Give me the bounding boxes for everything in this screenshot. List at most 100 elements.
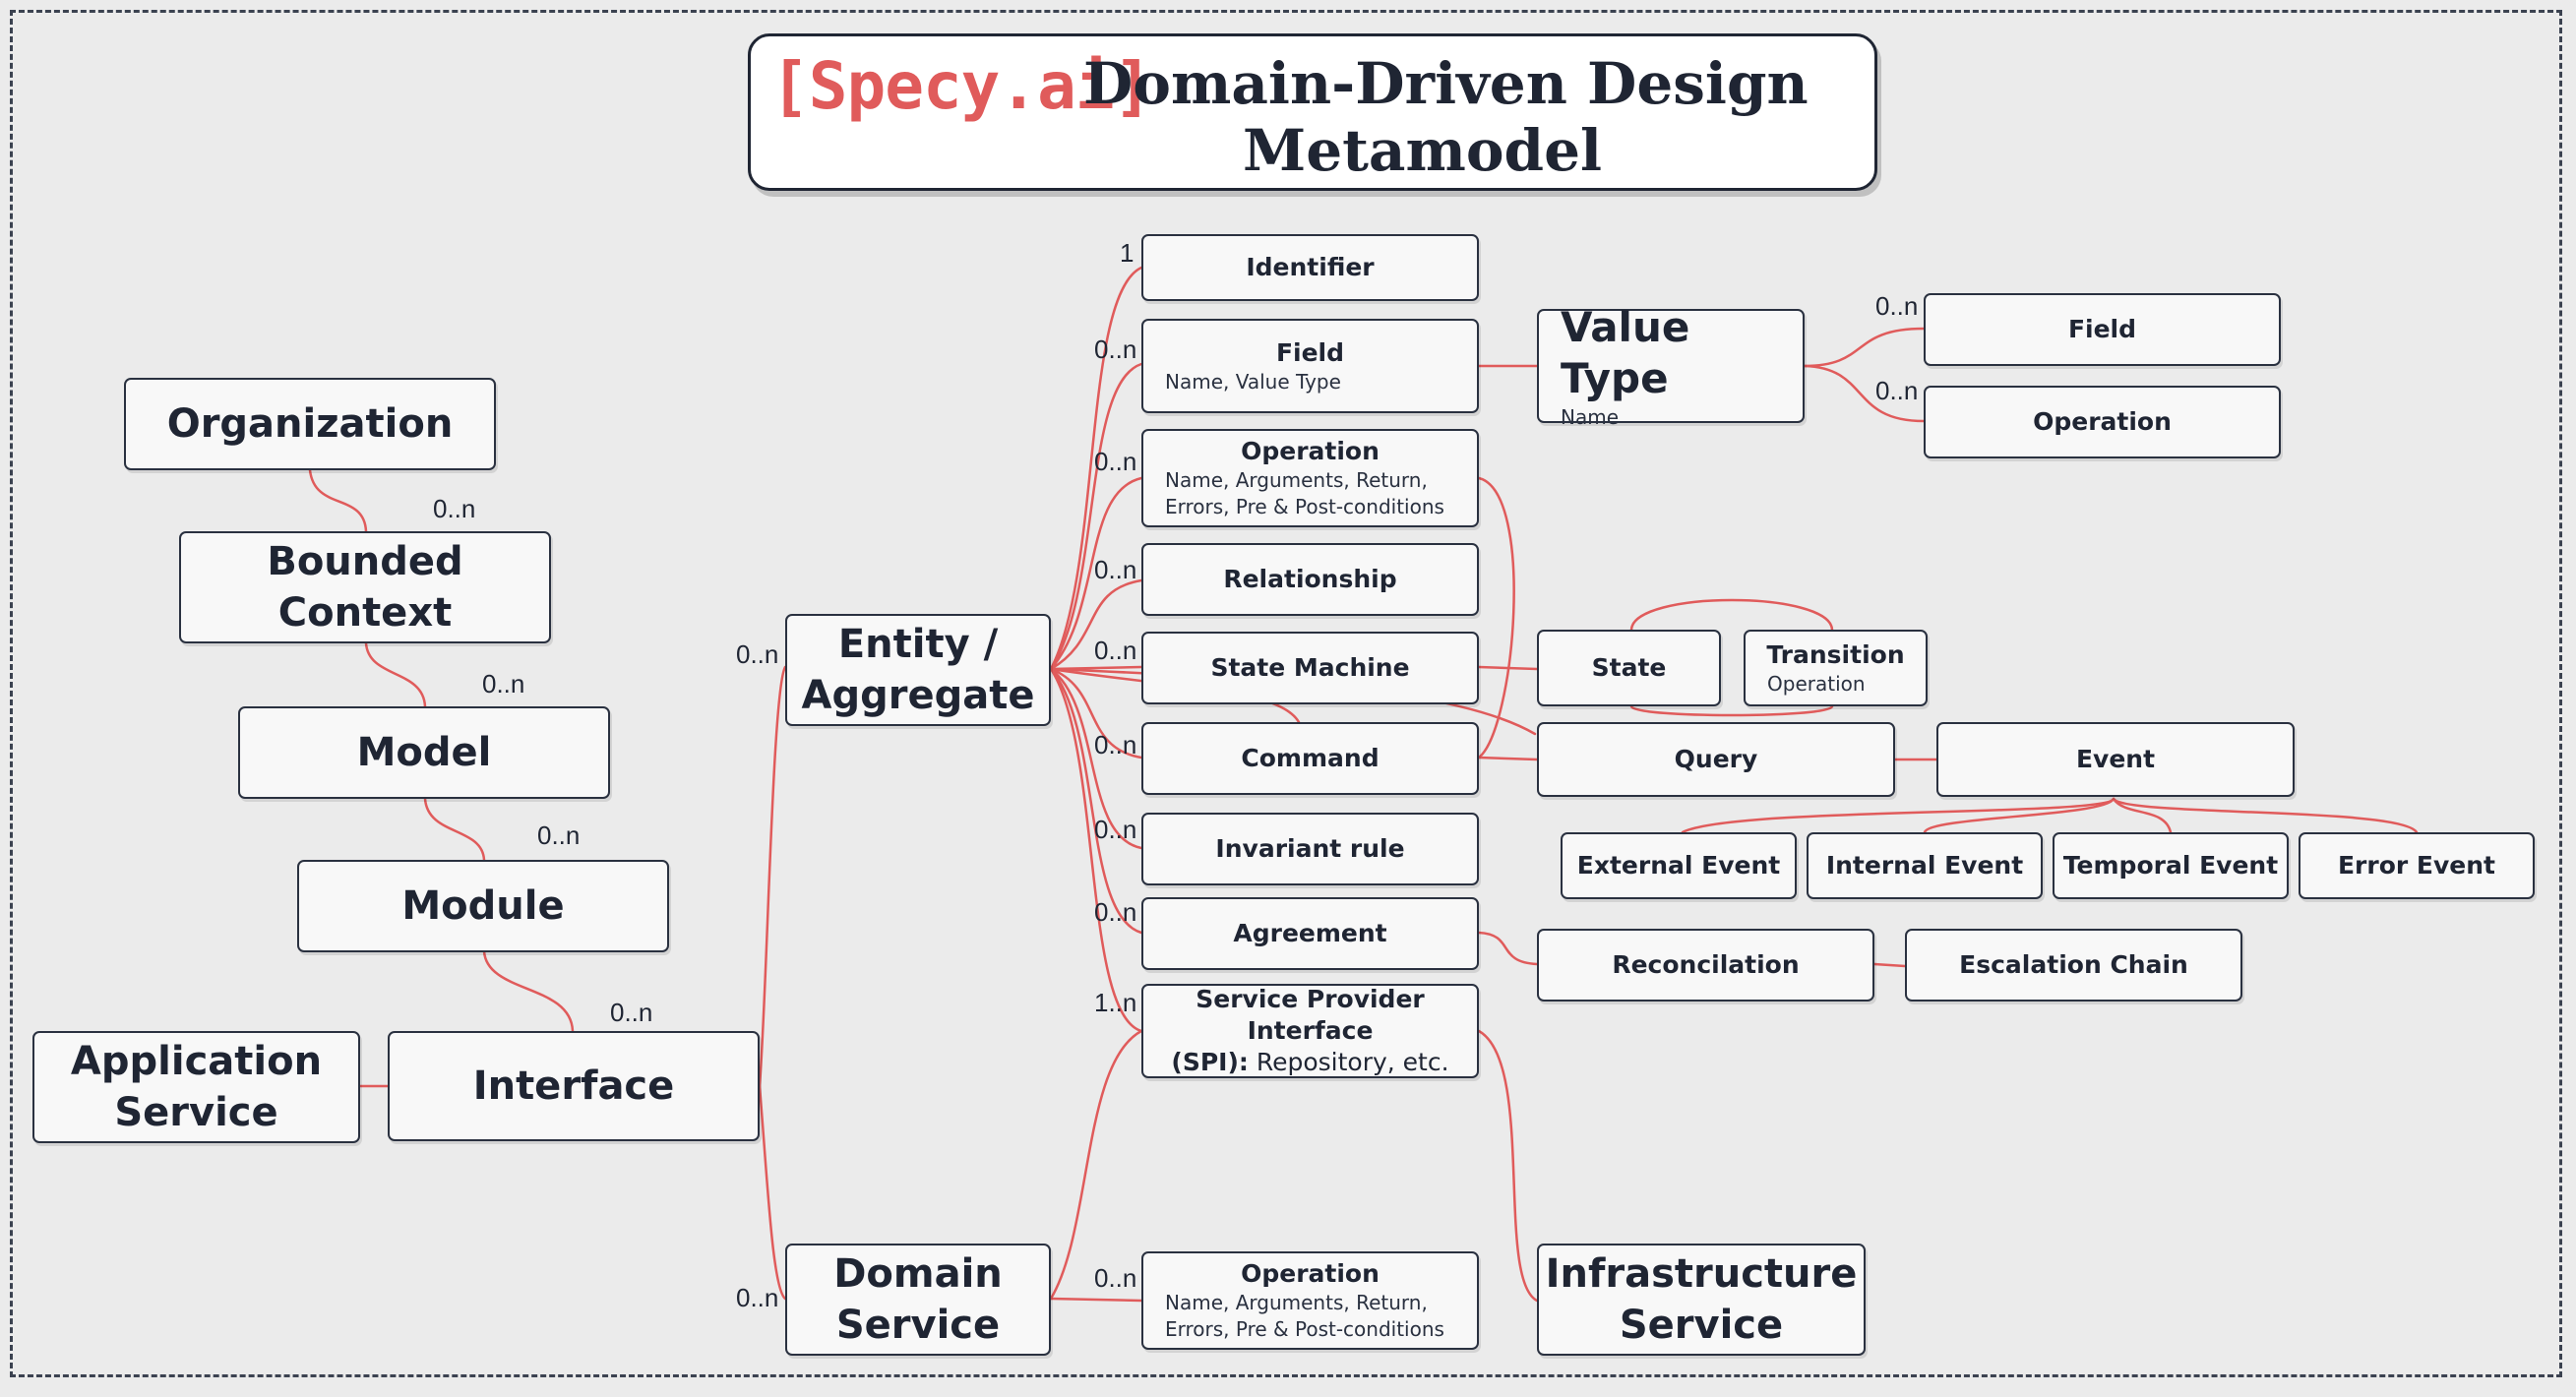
title-line-1: Domain-Driven Design: [1083, 50, 1809, 117]
node-field-sub: Name, Value Type: [1165, 369, 1341, 394]
node-ds-operation-label: Operation: [1241, 1259, 1380, 1288]
node-error-event-label: Error Event: [2337, 851, 2496, 880]
node-field[interactable]: Field Name, Value Type: [1141, 319, 1479, 413]
node-value-type-label: Value Type: [1561, 302, 1690, 402]
node-spi-line2-rest: Repository, etc.: [1248, 1048, 1449, 1076]
card-ds-operation: 0..n: [1094, 1263, 1137, 1293]
node-value-type-sub: Name: [1561, 404, 1620, 429]
node-state-label: State: [1591, 653, 1667, 682]
link-model-module: [423, 797, 486, 862]
node-reconciliation[interactable]: Reconcilation: [1537, 929, 1874, 1002]
link-ds-spi: [1049, 1029, 1143, 1301]
node-vt-field-label: Field: [2067, 315, 2137, 343]
node-value-type[interactable]: Value Type Name: [1537, 303, 1805, 429]
node-organization-label: Organization: [166, 401, 454, 447]
node-interface[interactable]: Interface: [388, 1031, 760, 1141]
node-event-label: Event: [2075, 745, 2156, 773]
link-event-internal: [1923, 797, 2116, 834]
card-state-machine: 0..n: [1094, 636, 1137, 665]
node-infrastructure-service-label: Infrastructure Service: [1545, 1251, 1858, 1348]
node-temporal-event-label: Temporal Event: [2062, 851, 2279, 880]
node-query-label: Query: [1674, 745, 1758, 773]
node-agreement-label: Agreement: [1233, 919, 1387, 947]
node-field-label: Field: [1275, 337, 1345, 367]
node-application-service-label: Application Service: [70, 1039, 323, 1135]
node-bounded-context-label: Bounded Context: [267, 539, 463, 636]
card-interface-domain-service: 0..n: [736, 1283, 779, 1312]
node-vt-operation[interactable]: Operation: [1924, 386, 2281, 458]
node-escalation-chain[interactable]: Escalation Chain: [1905, 929, 2242, 1002]
node-transition[interactable]: Transition Operation: [1744, 630, 1928, 706]
node-command-label: Command: [1241, 744, 1380, 772]
title-banner: [Specy.ai] Domain-Driven Design Metamode…: [748, 33, 1877, 191]
link-ds-operation: [1049, 1297, 1143, 1303]
node-module[interactable]: Module: [297, 860, 669, 952]
node-event[interactable]: Event: [1936, 722, 2295, 797]
node-model-label: Model: [356, 730, 492, 775]
node-spi[interactable]: Service Provider Interface (SPI): Reposi…: [1141, 984, 1479, 1078]
node-state-machine-label: State Machine: [1210, 653, 1410, 682]
card-agreement: 0..n: [1094, 897, 1137, 927]
node-identifier-label: Identifier: [1246, 253, 1375, 281]
node-error-event[interactable]: Error Event: [2299, 832, 2535, 899]
node-bounded-context[interactable]: Bounded Context: [179, 531, 551, 643]
node-entity-aggregate-label: Entity / Aggregate: [801, 622, 1035, 718]
node-operation-label: Operation: [1241, 437, 1380, 465]
node-operation-sub2: Errors, Pre & Post-conditions: [1165, 495, 1444, 518]
link-interface-entity: [758, 665, 787, 1088]
node-domain-service[interactable]: Domain Service: [785, 1244, 1051, 1356]
link-state-transition-top: [1629, 598, 1834, 632]
node-reconciliation-label: Reconcilation: [1612, 950, 1800, 979]
node-external-event[interactable]: External Event: [1561, 832, 1797, 899]
node-organization[interactable]: Organization: [124, 378, 496, 470]
link-event-error: [2112, 797, 2419, 834]
node-infrastructure-service[interactable]: Infrastructure Service: [1537, 1244, 1866, 1356]
card-command: 0..n: [1094, 730, 1137, 759]
node-transition-label: Transition: [1766, 639, 1905, 669]
node-entity-aggregate[interactable]: Entity / Aggregate: [785, 614, 1051, 726]
node-relationship[interactable]: Relationship: [1141, 543, 1479, 616]
card-model-module: 0..n: [537, 820, 581, 850]
node-identifier[interactable]: Identifier: [1141, 234, 1479, 301]
node-spi-line2: (SPI): Repository, etc.: [1171, 1047, 1448, 1078]
node-invariant-rule[interactable]: Invariant rule: [1141, 813, 1479, 885]
title-line-2: Metamodel: [1243, 117, 1603, 184]
node-agreement[interactable]: Agreement: [1141, 897, 1479, 970]
node-interface-label: Interface: [472, 1063, 675, 1109]
node-ds-operation[interactable]: Operation Name, Arguments, Return, Error…: [1141, 1251, 1479, 1350]
node-operation[interactable]: Operation Name, Arguments, Return, Error…: [1141, 429, 1479, 527]
node-state[interactable]: State: [1537, 630, 1721, 706]
node-module-label: Module: [401, 883, 565, 929]
link-spi-infrastructure: [1477, 1029, 1539, 1303]
node-ds-operation-sub2: Errors, Pre & Post-conditions: [1165, 1317, 1444, 1341]
node-spi-line1: Service Provider Interface: [1196, 985, 1425, 1045]
link-reconciliation-escalation: [1872, 962, 1907, 968]
link-operation-command: [1477, 476, 1515, 759]
link-command-query: [1477, 756, 1539, 761]
card-identifier: 1: [1120, 238, 1135, 268]
card-vt-operation: 0..n: [1875, 376, 1919, 405]
node-transition-sub: Operation: [1767, 671, 1866, 696]
node-spi-line2-bold: (SPI):: [1171, 1048, 1249, 1076]
link-agreement-reconciliation: [1477, 931, 1539, 966]
card-invariant-rule: 0..n: [1094, 815, 1137, 844]
card-bc-model: 0..n: [482, 669, 525, 698]
node-ds-operation-sub1: Name, Arguments, Return,: [1165, 1291, 1428, 1314]
node-application-service[interactable]: Application Service: [32, 1031, 360, 1143]
node-state-machine[interactable]: State Machine: [1141, 632, 1479, 704]
node-temporal-event[interactable]: Temporal Event: [2053, 832, 2289, 899]
node-internal-event[interactable]: Internal Event: [1807, 832, 2043, 899]
node-command[interactable]: Command: [1141, 722, 1479, 795]
card-vt-field: 0..n: [1875, 291, 1919, 321]
link-vt-field: [1803, 327, 1926, 368]
card-field: 0..n: [1094, 334, 1137, 364]
card-operation: 0..n: [1094, 447, 1137, 476]
node-model[interactable]: Model: [238, 706, 610, 799]
node-vt-field[interactable]: Field: [1924, 293, 2281, 366]
link-org-bc: [308, 468, 368, 533]
node-vt-operation-label: Operation: [2033, 407, 2172, 436]
node-external-event-label: External Event: [1576, 851, 1781, 880]
node-query[interactable]: Query: [1537, 722, 1895, 797]
link-module-interface: [482, 949, 575, 1033]
card-interface-entity: 0..n: [736, 639, 779, 669]
